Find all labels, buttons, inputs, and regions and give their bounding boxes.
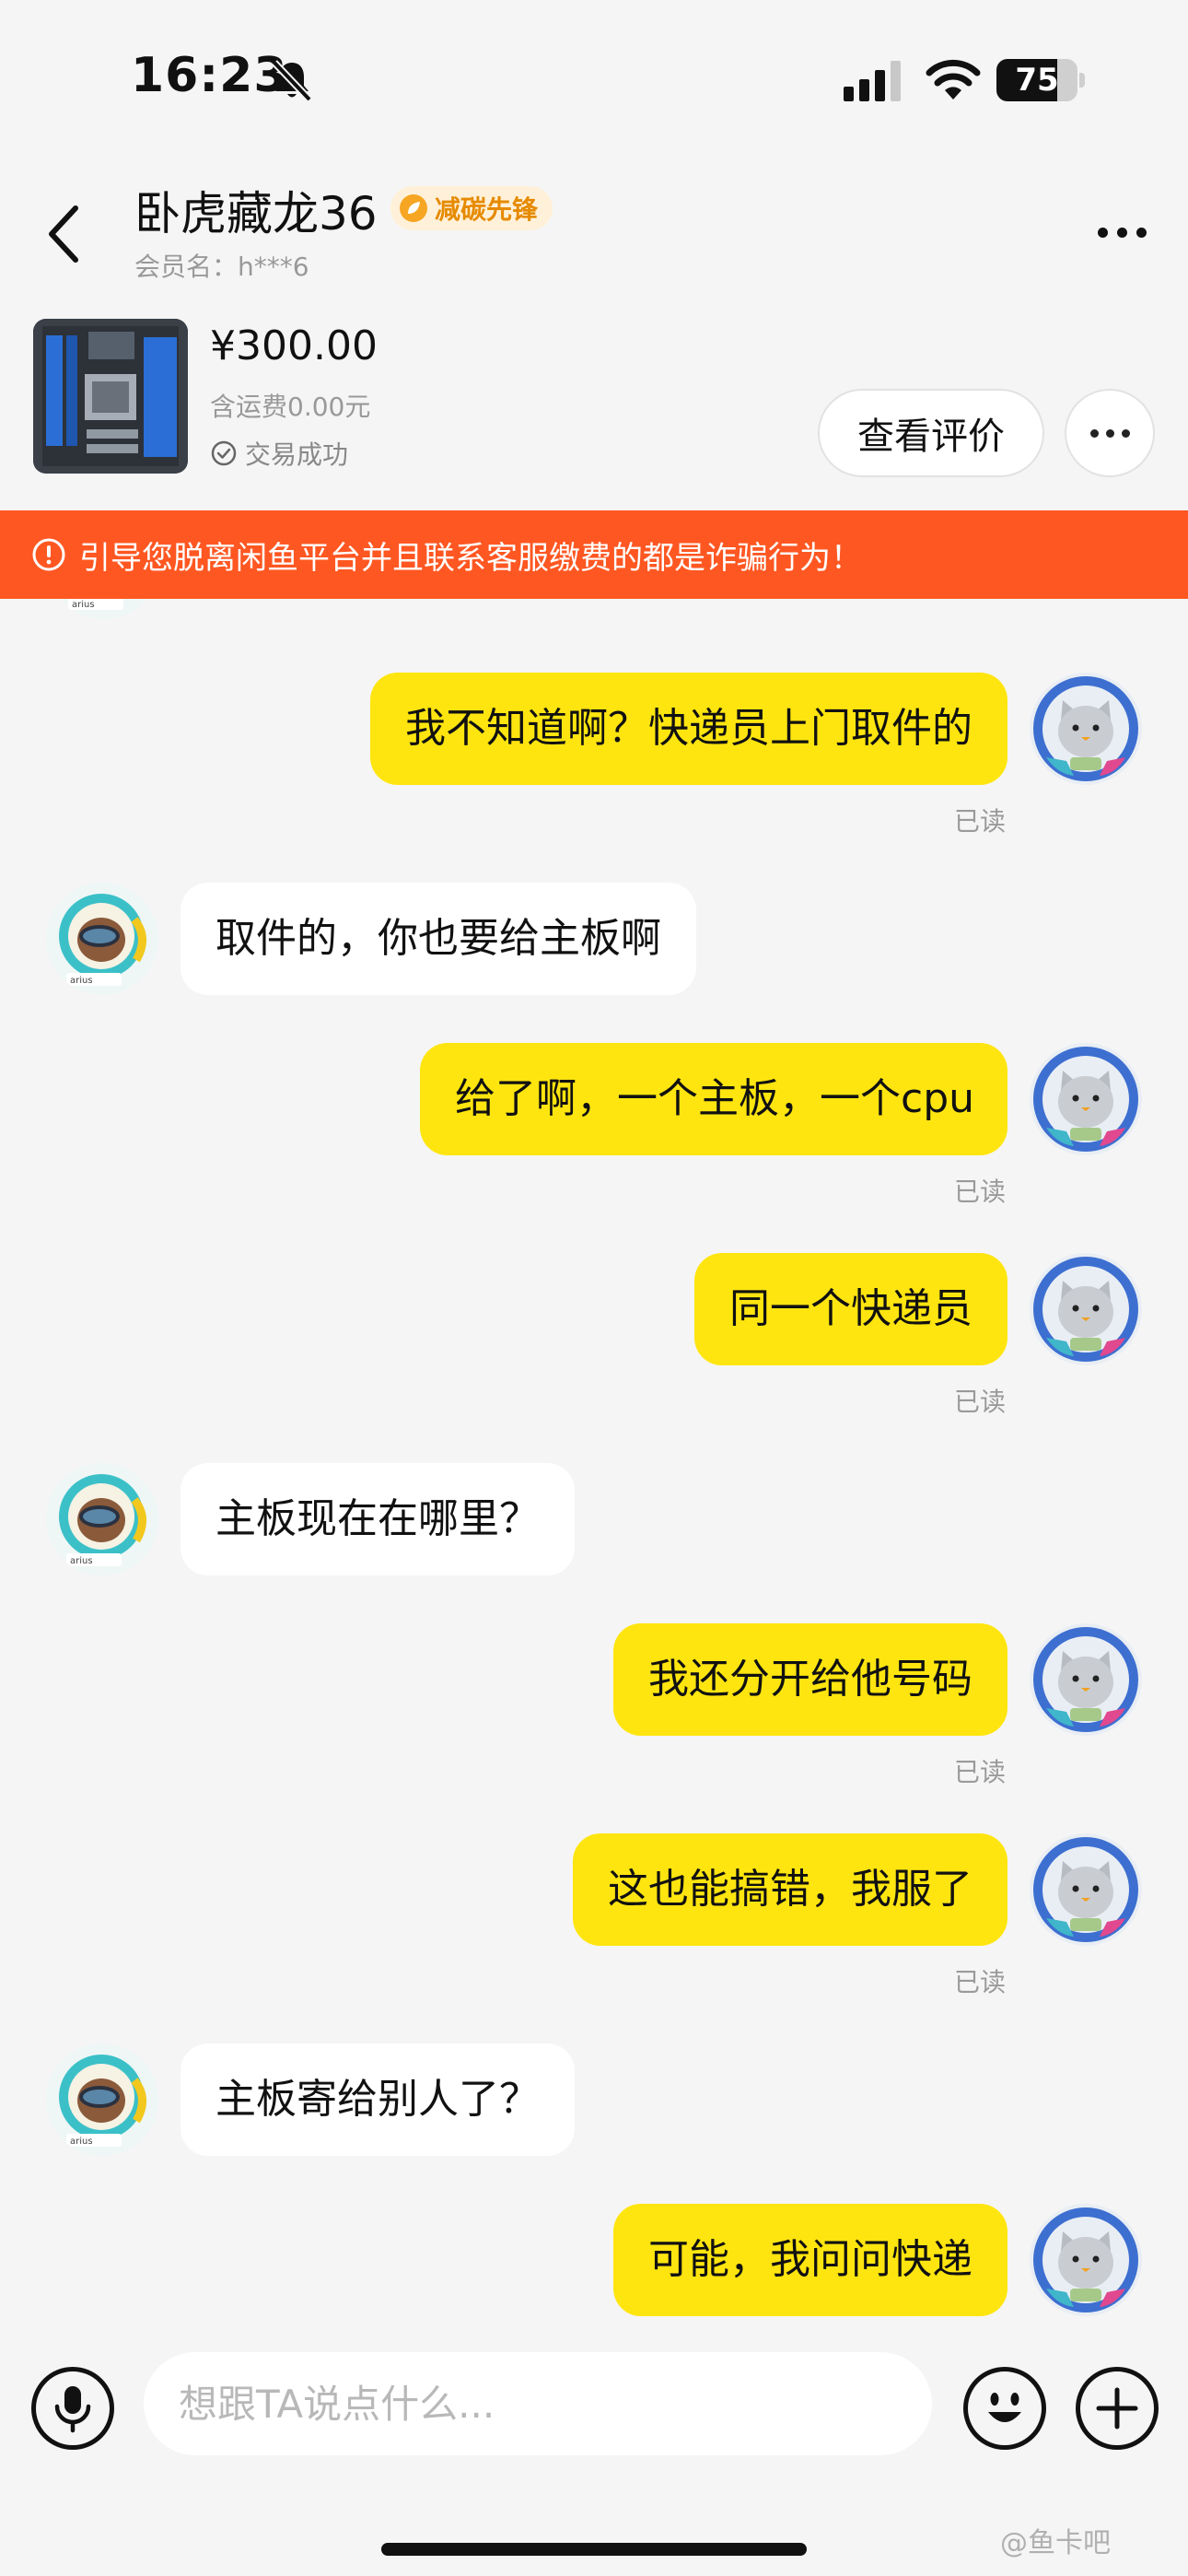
chat-messages[interactable]: arius 我不知道啊？快递员上门取件的已读 arius 取件的，你也要给主板啊: [0, 599, 1188, 2326]
status-bar: 16:23 75: [0, 0, 1188, 157]
dot-icon: [1097, 227, 1108, 238]
read-receipt: 已读: [954, 806, 1007, 837]
product-price: ¥300.00: [210, 322, 378, 369]
emoji-button[interactable]: [963, 2367, 1046, 2450]
sent-message-bubble[interactable]: 我不知道啊？快递员上门取件的: [370, 673, 1007, 785]
fraud-warning-banner: 引导您脱离闲鱼平台并且联系客服缴费的都是诈骗行为！: [0, 510, 1188, 599]
product-more-button[interactable]: [1065, 389, 1155, 477]
svg-text:arius: arius: [70, 1556, 93, 1566]
avatar-partial: arius: [48, 599, 160, 619]
leaf-icon: [400, 194, 427, 222]
back-arrow-icon[interactable]: [33, 197, 98, 271]
dot-icon: [1136, 227, 1147, 238]
svg-text:arius: arius: [70, 976, 93, 986]
deal-status-label: 交易成功: [245, 439, 349, 470]
exclamation-circle-icon: [32, 538, 65, 571]
seller-avatar[interactable]: arius: [46, 1463, 158, 1575]
voice-input-button[interactable]: [31, 2367, 114, 2450]
my-avatar[interactable]: [1030, 2204, 1142, 2316]
chat-header: 卧虎藏龙36 减碳先锋 会员名：h***6: [0, 157, 1188, 295]
received-message-bubble[interactable]: 主板寄给别人了？: [181, 2043, 575, 2156]
wifi-icon: [926, 59, 981, 100]
plus-icon: [1096, 2387, 1138, 2430]
received-message-bubble[interactable]: 取件的，你也要给主板啊: [181, 883, 696, 995]
my-avatar[interactable]: [1030, 1833, 1142, 1946]
battery-icon: 75: [996, 59, 1085, 101]
read-receipt: 已读: [954, 1757, 1007, 1787]
smiley-icon: [988, 2393, 1021, 2422]
svg-text:arius: arius: [70, 2137, 93, 2147]
battery-level: 75: [1015, 62, 1059, 99]
seller-name[interactable]: 卧虎藏龙36: [134, 177, 378, 243]
warning-text: 引导您脱离闲鱼平台并且联系客服缴费的都是诈骗行为！: [79, 539, 862, 577]
product-thumbnail[interactable]: [33, 319, 188, 474]
my-avatar[interactable]: [1030, 673, 1142, 785]
my-avatar[interactable]: [1030, 1623, 1142, 1736]
seller-avatar[interactable]: arius: [46, 883, 158, 995]
shipping-fee: 含运费0.00元: [210, 392, 371, 422]
svg-text:arius: arius: [72, 600, 95, 610]
sent-message-bubble[interactable]: 给了啊，一个主板，一个cpu: [420, 1043, 1007, 1155]
check-circle-icon: [211, 440, 237, 466]
seller-avatar[interactable]: arius: [46, 2043, 158, 2156]
eco-badge-label: 减碳先锋: [435, 194, 539, 225]
read-receipt: 已读: [954, 1387, 1007, 1417]
cellular-signal-icon: [844, 61, 901, 101]
more-options-button[interactable]: [1085, 205, 1159, 260]
dot-icon: [1121, 428, 1130, 438]
bell-slash-icon: [272, 60, 312, 102]
add-attachment-button[interactable]: [1076, 2367, 1159, 2450]
sent-message-bubble[interactable]: 这也能搞错，我服了: [573, 1833, 1007, 1946]
received-message-bubble[interactable]: 主板现在在哪里？: [181, 1463, 575, 1575]
input-bar: @鱼卡吧: [0, 2326, 1188, 2576]
status-time: 16:23: [131, 48, 288, 103]
my-avatar[interactable]: [1030, 1253, 1142, 1365]
sent-message-bubble[interactable]: 可能，我问问快递: [613, 2204, 1007, 2316]
deal-status: 交易成功: [210, 435, 348, 472]
read-receipt: 已读: [954, 1967, 1007, 1997]
microphone-icon: [54, 2386, 91, 2433]
sent-message-bubble[interactable]: 我还分开给他号码: [613, 1623, 1007, 1736]
member-name: 会员名：h***6: [134, 252, 309, 282]
my-avatar[interactable]: [1030, 1043, 1142, 1155]
dot-icon: [1089, 428, 1099, 438]
dot-icon: [1105, 428, 1114, 438]
home-indicator[interactable]: [381, 2543, 807, 2556]
read-receipt: 已读: [954, 1177, 1007, 1207]
watermark: @鱼卡吧: [1000, 2527, 1111, 2559]
view-review-button[interactable]: 查看评价: [818, 389, 1044, 477]
dot-icon: [1116, 227, 1127, 238]
sent-message-bubble[interactable]: 同一个快递员: [694, 1253, 1007, 1365]
product-bar: ¥300.00 含运费0.00元 交易成功 查看评价: [0, 295, 1188, 510]
message-input[interactable]: [144, 2352, 932, 2455]
eco-badge[interactable]: 减碳先锋: [390, 186, 553, 230]
